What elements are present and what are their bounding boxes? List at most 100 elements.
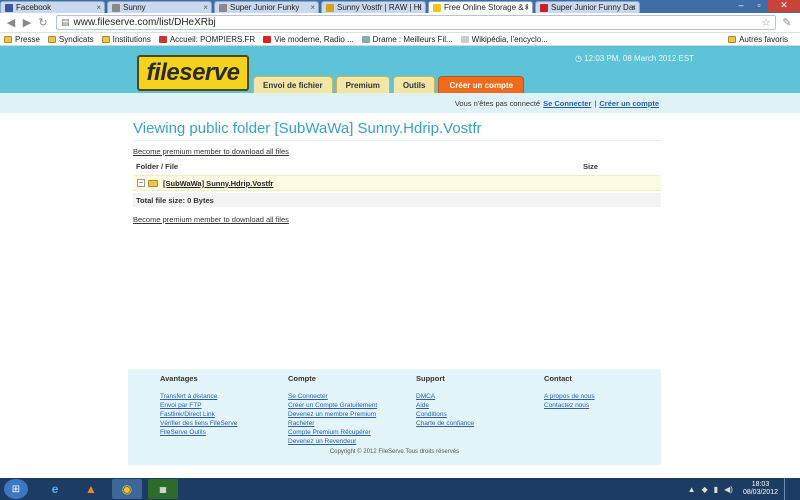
chrome-icon[interactable]: ◉ [112,479,142,499]
footer-link[interactable]: FileServe Outils [160,428,237,437]
close-icon[interactable]: × [203,3,208,12]
footer-link[interactable]: A propos de nous [544,392,595,401]
nav-tab-premium[interactable]: Premium [335,76,390,93]
footer-col-contact: Contact A propos de nous Contactez nous [544,374,595,410]
system-tray: ▲ ◆ ▮ ◀) 18:03 08/03/2012 [688,478,800,500]
tab-label: Super Junior Funky [230,3,300,12]
internet-explorer-icon[interactable]: e [40,479,70,499]
fileserve-logo[interactable]: fileserve [137,55,249,91]
start-button[interactable]: ⊞ [4,479,28,499]
create-account-link[interactable]: Créer un compte [599,99,659,108]
footer-link[interactable]: Charte de confiance [416,419,474,428]
close-icon[interactable]: × [96,3,101,12]
expand-icon[interactable]: − [137,179,145,187]
footer-link[interactable]: DMCA [416,392,474,401]
footer-link[interactable]: Compte Premium Récupérer [288,428,377,437]
bookmark-vie-moderne[interactable]: Vie moderne, Radio ... [263,35,354,44]
footer-link[interactable]: Devenez un Revendeur [288,437,377,446]
other-bookmarks[interactable]: Autres favoris [728,35,788,44]
footer-link[interactable]: Conditions [416,410,474,419]
close-icon[interactable]: × [417,3,422,12]
login-link[interactable]: Se Connecter [543,99,591,108]
browser-tab-facebook[interactable]: Facebook × [0,1,105,13]
file-table: Folder / File Size − [SubWaWa] Sunny.Hdr… [133,160,661,207]
nav-tab-tools[interactable]: Outils [392,76,436,93]
browser-tab-youtube[interactable]: Super Junior Funny Dance I × [535,1,640,13]
taskbar-clock[interactable]: 18:03 08/03/2012 [743,481,778,497]
tab-label: Super Junior Funny Dance I [551,3,635,12]
login-status-text: Vous n'êtes pas connecté [454,98,541,108]
site-header: fileserve ◷ 12:03 PM, 08 March 2012 EST … [0,46,800,93]
folder-icon [148,179,158,187]
folder-name-link[interactable]: [SubWaWa] Sunny.Hdrip.Vostfr [163,179,273,188]
login-bar: Vous n'êtes pas connecté Se Connecter | … [0,93,800,113]
bookmark-syndicats[interactable]: Syndicats [47,35,94,44]
browser-tab-fileserve[interactable]: Free Online Storage & File U × [428,1,533,13]
wikipedia-icon [460,35,469,43]
bookmarks-bar: Presse Syndicats Institutions Accueil: P… [0,33,800,46]
bookmark-presse[interactable]: Presse [4,35,40,44]
tab-label: Sunny Vostfr | RAW | HDRip [337,3,421,12]
bookmark-pompiers[interactable]: Accueil: POMPIERS.FR [158,35,255,44]
page-favicon-icon [112,3,120,12]
address-bar[interactable]: ▤ www.fileserve.com/list/DHeXRbj ☆ [56,15,776,30]
bookmark-label: Presse [15,34,40,44]
vlc-icon[interactable]: ▲ [76,479,106,499]
wrench-menu-icon[interactable]: ✎ [780,16,794,30]
server-timestamp: ◷ 12:03 PM, 08 March 2012 EST [575,54,694,63]
footer-link[interactable]: Se Connecter [288,392,377,401]
col-header-name: Folder / File [136,162,179,171]
footer-link[interactable]: Devenez un membre Premium [288,410,377,419]
back-arrow-icon[interactable]: ◀ [4,16,18,30]
maximize-icon[interactable]: ▫ [750,0,768,12]
total-size: Total file size: 0 Bytes [133,193,661,207]
bookmark-drame[interactable]: Drame : Meilleurs Fil... [361,34,453,44]
browser-tab-sunny[interactable]: Sunny × [107,1,212,13]
browser-tab-super-junior[interactable]: Super Junior Funky × [214,1,319,13]
window-close-icon[interactable]: ✕ [768,0,800,12]
footer-col-support: Support DMCA Aide Conditions Charte de c… [416,374,474,428]
footer-link[interactable]: Contactez nous [544,401,595,410]
footer-link[interactable]: Envoi par FTP [160,401,237,410]
clock-date: 08/03/2012 [742,489,778,496]
browser-tab-bar: Facebook × Sunny × Super Junior Funky × … [0,0,800,13]
show-desktop-button[interactable] [784,478,794,500]
premium-link-top[interactable]: Become premium member to download all fi… [133,147,661,156]
footer-link[interactable]: Vérifier des liens FileServe [160,419,237,428]
footer-link[interactable]: Transfert à distance [160,392,237,401]
volume-icon[interactable]: ◀) [724,485,733,494]
folder-icon [101,35,110,43]
nav-tab-signup[interactable]: Créer un compte [438,76,525,93]
bookmark-wikipedia[interactable]: Wikipédia, l'encyclo... [460,35,548,44]
footer-col-account: Compte Se Connecter Créer un Compte Grat… [288,374,377,446]
bookmark-institutions[interactable]: Institutions [101,35,151,44]
tray-app-icon[interactable]: ◆ [702,485,708,494]
browser-tab-sunny-vostfr[interactable]: Sunny Vostfr | RAW | HDRip × [321,1,426,13]
premium-link-bottom[interactable]: Become premium member to download all fi… [133,215,661,224]
clock-icon: ◷ [575,54,582,63]
footer-link[interactable]: Créer un Compte Gratuitement [288,401,377,410]
close-icon[interactable]: × [631,3,636,12]
footer-link[interactable]: Fastlink/Direct Link [160,410,237,419]
forward-arrow-icon[interactable]: ▶ [20,16,34,30]
footer-link[interactable]: Aide [416,401,474,410]
logo-text: fileserve [146,59,240,86]
table-row[interactable]: − [SubWaWa] Sunny.Hdrip.Vostfr [133,175,661,191]
minimize-icon[interactable]: – [732,0,750,12]
tray-arrow-icon[interactable]: ▲ [688,485,696,494]
network-icon[interactable]: ▮ [714,485,718,494]
footer-col-advantages: Avantages Transfert à distance Envoi par… [160,374,237,437]
nav-tab-upload[interactable]: Envoi de fichier [253,76,333,93]
browser-toolbar: ◀ ▶ ↻ ▤ www.fileserve.com/list/DHeXRbj ☆… [0,13,800,33]
footer-link[interactable]: Racheter [288,419,377,428]
window-controls: – ▫ ✕ [732,0,800,13]
tab-label: Sunny [123,3,146,12]
separator: | [594,98,597,108]
reload-icon[interactable]: ↻ [36,16,50,30]
app-icon[interactable]: ▦ [148,479,178,499]
close-icon[interactable]: × [310,3,315,12]
close-icon[interactable]: × [524,3,529,12]
bookmark-label: Drame : Meilleurs Fil... [372,34,453,44]
bookmark-star-icon[interactable]: ☆ [761,16,771,29]
timestamp-text: 12:03 PM, 08 March 2012 EST [584,54,695,63]
